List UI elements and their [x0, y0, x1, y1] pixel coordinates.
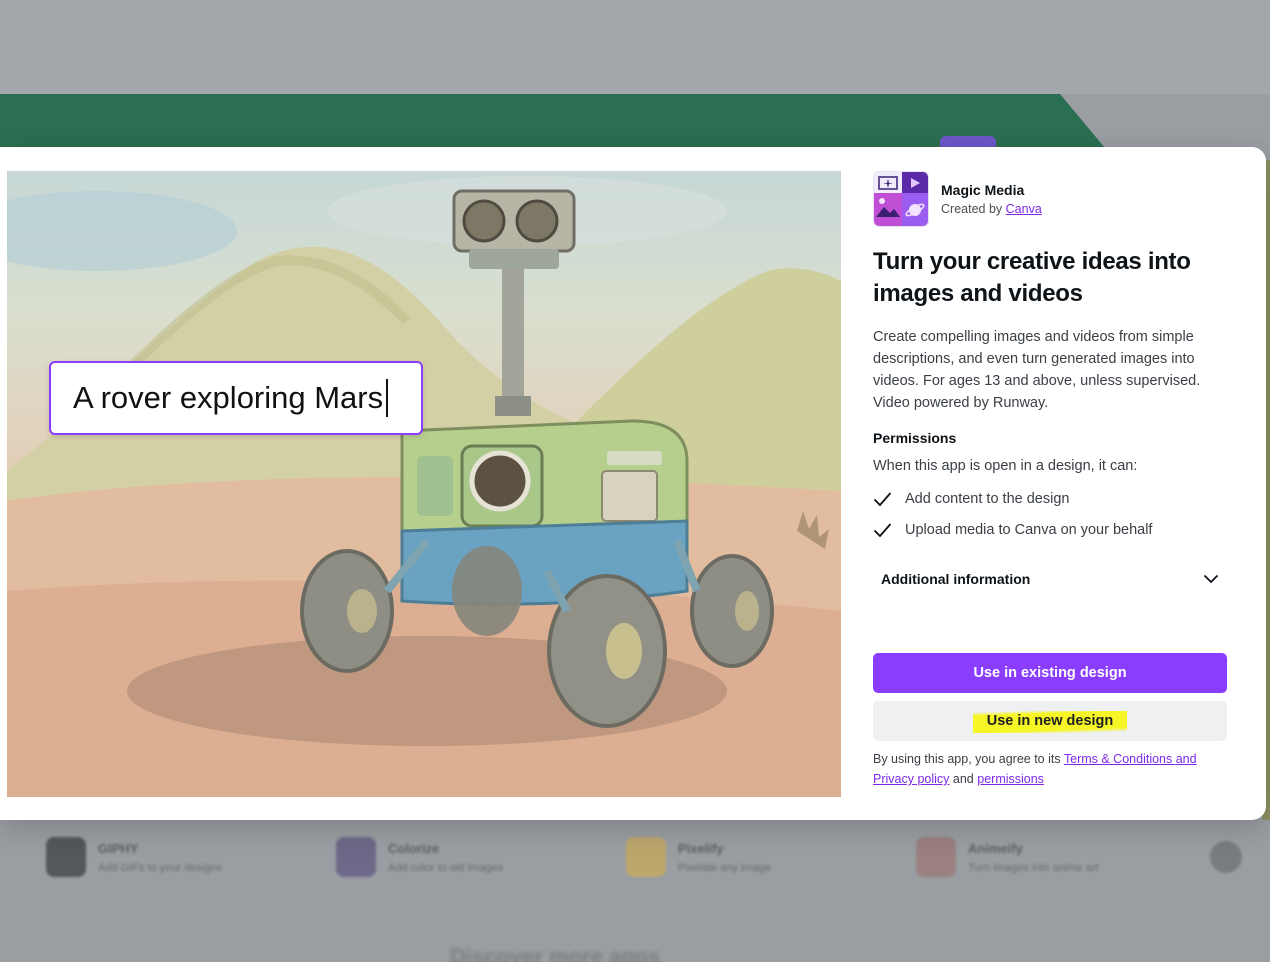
permission-item: Upload media to Canva on your behalf — [873, 514, 1227, 545]
magic-media-logo-icon — [873, 171, 929, 227]
app-name: Magic Media — [941, 182, 1025, 198]
permissions-intro: When this app is open in a design, it ca… — [873, 458, 1138, 474]
app-thumbnail-icon — [1210, 841, 1242, 873]
creator-link[interactable]: Canva — [1006, 202, 1042, 216]
app-info-panel: Magic Media Created by Canva Turn your c… — [873, 171, 1227, 786]
background-app-name: Colorize — [388, 840, 440, 856]
terms-and: and — [952, 772, 974, 786]
background-header — [0, 0, 1270, 94]
terms-notice: By using this app, you agree to its Term… — [873, 749, 1227, 789]
created-by-label: Created by — [941, 202, 1003, 216]
planet-icon — [902, 193, 928, 226]
app-thumbnail-icon — [916, 837, 956, 877]
app-thumbnail-icon — [46, 837, 86, 877]
chevron-down-icon — [1203, 574, 1219, 584]
background-apps-row: GIPHY Add GIFs to your designs Colorize … — [0, 822, 1270, 892]
background-app-name: Pixelify — [678, 840, 724, 856]
permissions-link[interactable]: permissions — [977, 772, 1044, 786]
terms-prefix: By using this app, you agree to its — [873, 752, 1061, 766]
background-app-card: Colorize Add color to old images — [336, 830, 503, 884]
additional-information-label: Additional information — [881, 571, 1031, 587]
use-in-existing-design-button[interactable]: Use in existing design — [873, 653, 1227, 693]
permission-label: Upload media to Canva on your behalf — [905, 521, 1153, 538]
background-heading: Discover more apps — [450, 944, 661, 962]
background-app-name: GIPHY — [98, 840, 139, 856]
hero-image: A rover exploring Mars — [7, 171, 841, 797]
image-icon — [874, 193, 902, 226]
background-app-desc: Pixelate any image — [678, 861, 771, 874]
app-description: Create compelling images and videos from… — [873, 329, 1201, 411]
sparkle-icon — [874, 172, 902, 193]
use-in-new-design-label: Use in new design — [972, 711, 1128, 733]
background-app-name: Animeify — [968, 840, 1023, 856]
prompt-text: A rover exploring Mars — [73, 380, 384, 415]
checkmark-icon — [873, 491, 892, 506]
permission-item: Add content to the design — [873, 483, 1227, 514]
background-app-desc: Add GIFs to your designs — [98, 861, 223, 874]
app-headline: Turn your creative ideas into images and… — [873, 248, 1191, 307]
play-icon — [902, 172, 928, 193]
rover-illustration — [7, 176, 841, 797]
additional-information-toggle[interactable]: Additional information — [873, 561, 1227, 597]
checkmark-icon — [873, 522, 892, 537]
permission-label: Add content to the design — [905, 490, 1070, 507]
app-creator: Created by Canva — [941, 202, 1042, 216]
permissions-title: Permissions — [873, 430, 957, 446]
background-app-card — [1210, 830, 1242, 884]
background-app-card: Pixelify Pixelate any image — [626, 830, 771, 884]
background-app-desc: Add color to old images — [388, 861, 503, 874]
prompt-input-preview: A rover exploring Mars — [49, 361, 423, 435]
background-app-card: GIPHY Add GIFs to your designs — [46, 830, 222, 884]
background-app-desc: Turn images into anime art — [968, 861, 1099, 874]
app-thumbnail-icon — [336, 837, 376, 877]
background-app-card: Animeify Turn images into anime art — [916, 830, 1098, 884]
app-header: Magic Media Created by Canva — [873, 171, 1227, 227]
use-in-new-design-button[interactable]: Use in new design — [873, 701, 1227, 741]
text-caret — [386, 379, 389, 417]
permissions-list: Add content to the design Upload media t… — [873, 483, 1227, 545]
app-thumbnail-icon — [626, 837, 666, 877]
app-details-modal: A rover exploring Mars Magic Media Creat… — [0, 147, 1266, 820]
